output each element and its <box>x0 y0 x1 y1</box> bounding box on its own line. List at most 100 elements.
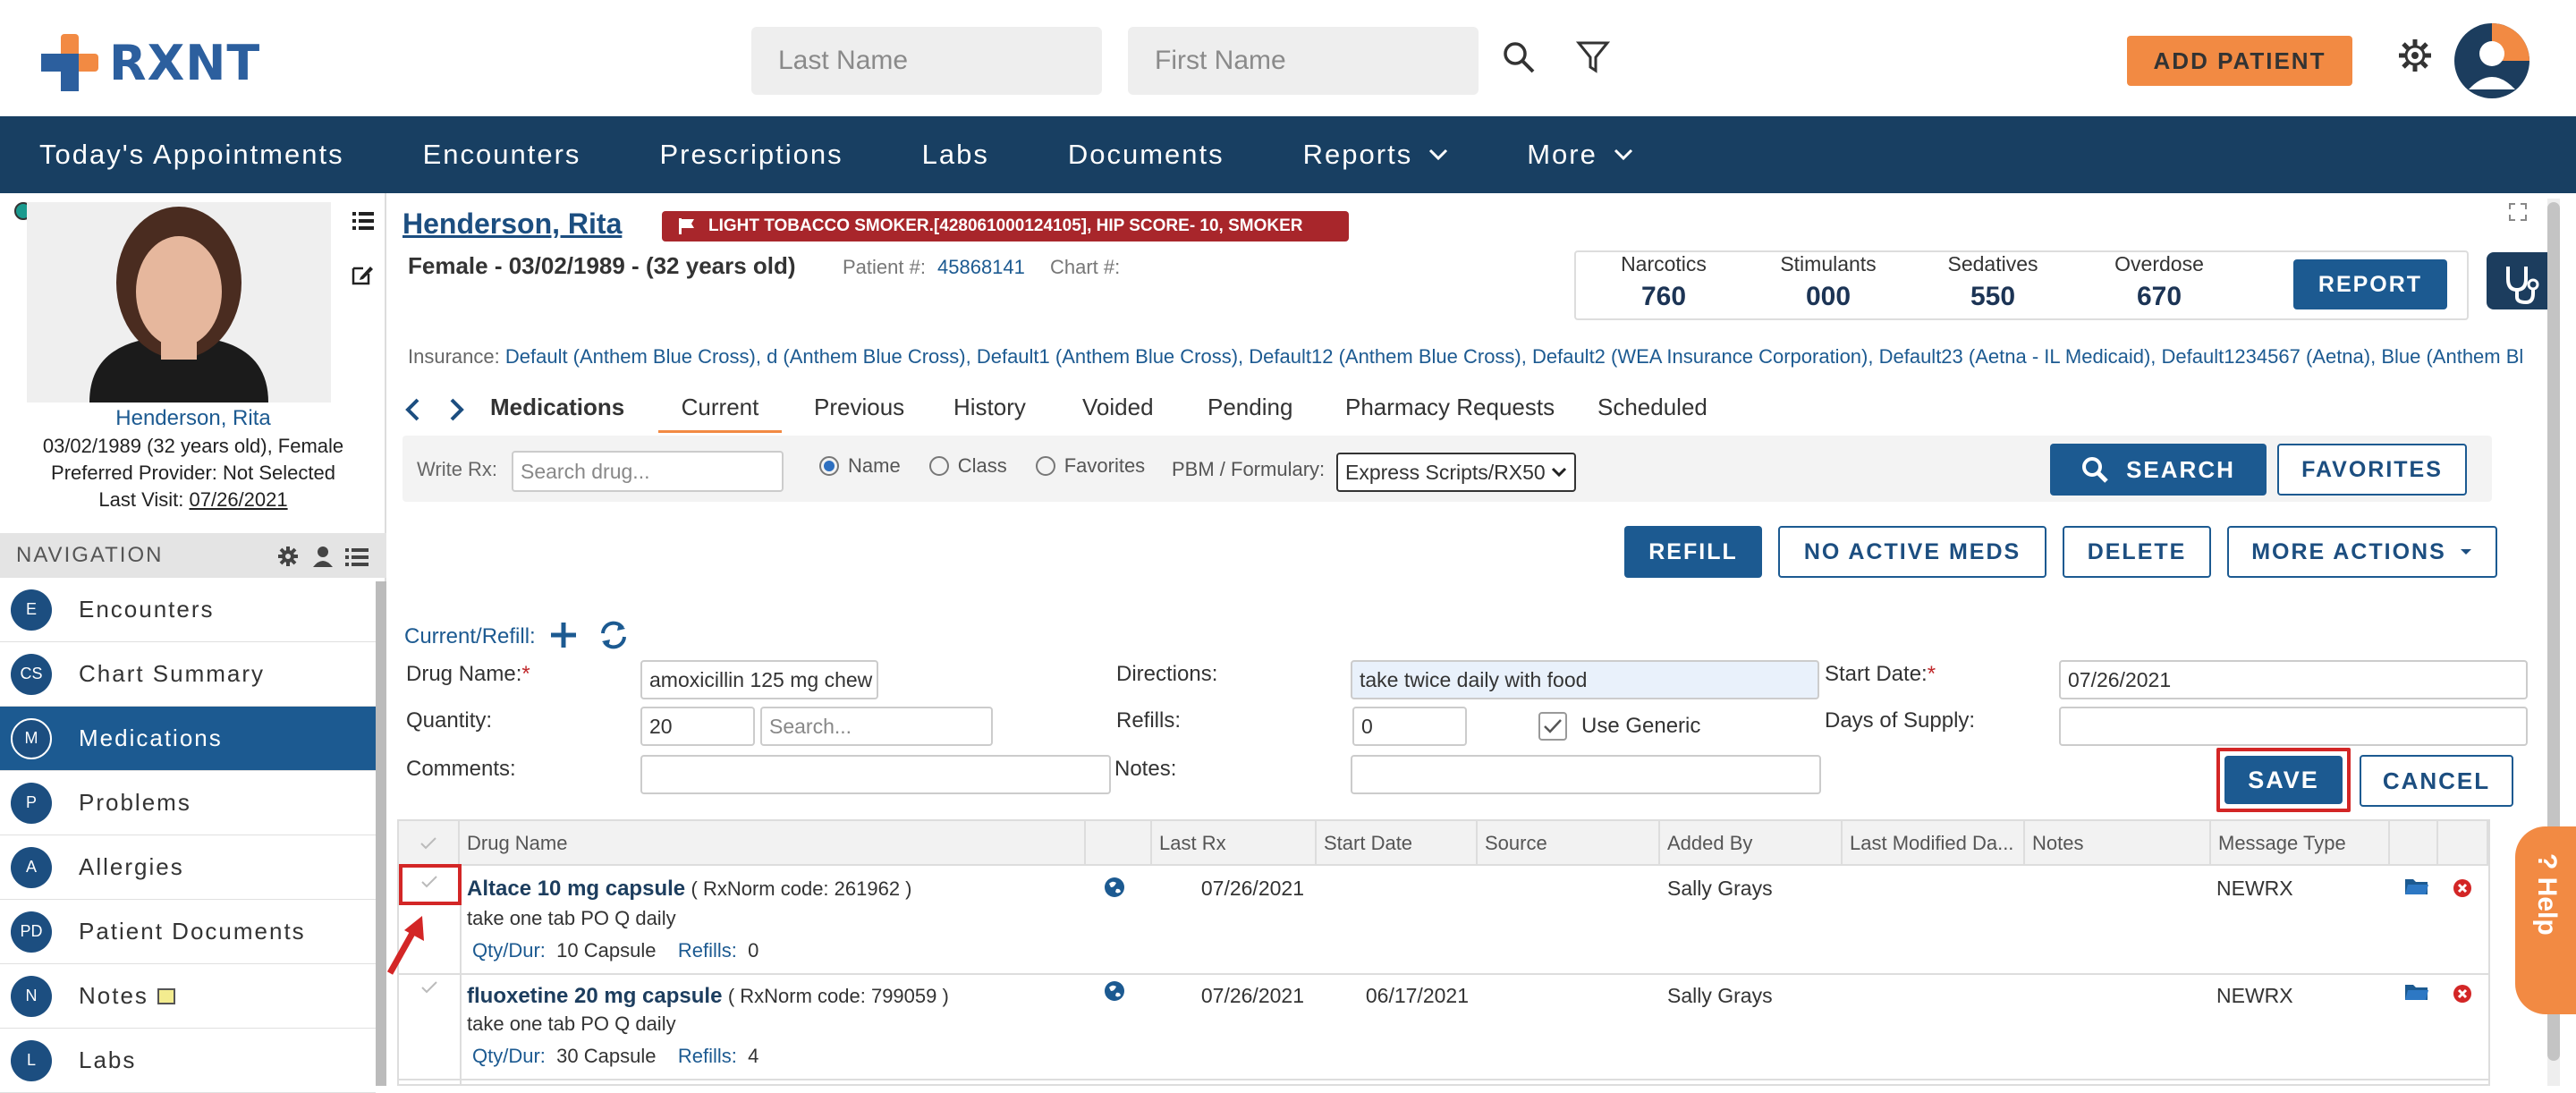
folder-icon[interactable] <box>2404 982 2429 1002</box>
directions-input[interactable]: take twice daily with food <box>1351 660 1819 699</box>
chart-number-label: Chart #: <box>1050 256 1121 278</box>
delete-icon[interactable] <box>2453 878 2472 898</box>
nav-circle: E <box>11 589 52 631</box>
nav-documents[interactable]: Documents <box>1029 139 1264 171</box>
sidebar-scrollbar[interactable] <box>376 581 386 1086</box>
drug-name-cell[interactable]: Altace 10 mg capsule ( RxNorm code: 2619… <box>467 877 912 902</box>
cancel-button[interactable]: CANCEL <box>2360 755 2513 807</box>
patient-header-name[interactable]: Henderson, Rita <box>402 208 622 241</box>
tab-pharmacy-requests[interactable]: Pharmacy Requests <box>1345 394 1555 421</box>
delete-button[interactable]: DELETE <box>2063 526 2211 578</box>
qty-refills-line: Qty/Dur: 10 Capsule Refills: 0 <box>472 939 758 962</box>
quantity-unit-search[interactable]: Search... <box>760 707 993 746</box>
refill-button[interactable]: REFILL <box>1624 526 1762 578</box>
insurance-list[interactable]: Default (Anthem Blue Cross), d (Anthem B… <box>505 345 2523 368</box>
chevron-left-icon[interactable] <box>404 397 420 422</box>
search-drug-input[interactable]: Search drug... <box>512 451 784 492</box>
comments-input[interactable] <box>640 755 1111 794</box>
save-button[interactable]: SAVE <box>2224 756 2343 804</box>
col-last-rx[interactable]: Last Rx <box>1152 821 1317 866</box>
row-checkbox[interactable] <box>420 980 438 995</box>
nav-todays-appointments[interactable]: Today's Appointments <box>0 139 384 171</box>
use-generic-checkbox[interactable]: Use Generic <box>1538 712 1700 741</box>
first-name-input[interactable]: First Name <box>1128 27 1479 95</box>
user-icon[interactable] <box>313 546 333 567</box>
list-icon[interactable] <box>345 547 369 567</box>
add-patient-button[interactable]: ADD PATIENT <box>2127 36 2352 86</box>
sidebar-item-medications[interactable]: M Medications <box>0 707 376 771</box>
gear-icon[interactable] <box>277 546 299 567</box>
list-icon[interactable] <box>352 211 374 231</box>
notes-input[interactable] <box>1351 755 1821 794</box>
patient-alert-badge[interactable]: LIGHT TOBACCO SMOKER.[428061000124105], … <box>662 211 1349 241</box>
col-added-by[interactable]: Added By <box>1660 821 1843 866</box>
radio-class[interactable] <box>928 456 949 476</box>
nav-labs[interactable]: Labs <box>883 139 1029 171</box>
col-source[interactable]: Source <box>1478 821 1660 866</box>
user-avatar[interactable] <box>2454 23 2529 98</box>
start-date-input[interactable]: 07/26/2021 <box>2059 660 2528 699</box>
chevron-right-icon[interactable] <box>449 397 465 422</box>
sidebar-item-label: Encounters <box>79 596 215 623</box>
col-start-date[interactable]: Start Date <box>1317 821 1478 866</box>
refills-input[interactable]: 0 <box>1352 707 1467 746</box>
tab-previous[interactable]: Previous <box>814 394 904 421</box>
sidebar-item-labs[interactable]: L Labs <box>0 1029 376 1093</box>
expand-icon[interactable] <box>2508 202 2528 222</box>
tab-history[interactable]: History <box>953 394 1026 421</box>
help-tab[interactable]: ? Help <box>2515 826 2576 1014</box>
col-last-modified[interactable]: Last Modified Da... <box>1843 821 2025 866</box>
checkbox[interactable] <box>1538 712 1567 741</box>
nav-reports[interactable]: Reports <box>1264 139 1488 171</box>
write-rx-label: Write Rx: <box>417 458 498 480</box>
tab-pending[interactable]: Pending <box>1208 394 1292 421</box>
col-message-type[interactable]: Message Type <box>2211 821 2390 866</box>
drug-name[interactable]: fluoxetine 20 mg capsule <box>467 984 722 1008</box>
more-actions-button[interactable]: MORE ACTIONS <box>2227 526 2497 578</box>
sidebar-item-chart-summary[interactable]: CS Chart Summary <box>0 642 376 707</box>
drug-name[interactable]: Altace 10 mg capsule <box>467 877 685 901</box>
tab-scheduled[interactable]: Scheduled <box>1597 394 1707 421</box>
search-button[interactable]: SEARCH <box>2050 444 2267 496</box>
favorites-button[interactable]: FAVORITES <box>2277 444 2467 496</box>
no-active-meds-button[interactable]: NO ACTIVE MEDS <box>1778 526 2046 578</box>
sidebar-item-problems[interactable]: P Problems <box>0 771 376 835</box>
row-checkbox[interactable] <box>420 875 438 889</box>
nav-prescriptions[interactable]: Prescriptions <box>620 139 882 171</box>
add-icon[interactable] <box>549 621 578 649</box>
days-supply-input[interactable] <box>2059 707 2528 746</box>
search-icon[interactable] <box>1501 39 1537 75</box>
select-all-header[interactable] <box>399 821 460 866</box>
radio-name[interactable] <box>819 456 839 476</box>
drug-name-cell[interactable]: fluoxetine 20 mg capsule ( RxNorm code: … <box>467 984 949 1009</box>
last-visit-date[interactable]: 07/26/2021 <box>190 488 288 511</box>
tab-current[interactable]: Current <box>658 390 782 433</box>
radio-favorites[interactable] <box>1035 456 1055 476</box>
stethoscope-button[interactable] <box>2487 252 2551 309</box>
gear-icon[interactable] <box>2397 38 2433 73</box>
qty-label: Qty/Dur: <box>472 1045 546 1067</box>
delete-icon[interactable] <box>2453 984 2472 1004</box>
filter-icon[interactable] <box>1576 39 1610 75</box>
report-button[interactable]: REPORT <box>2293 259 2447 309</box>
drug-name-input[interactable]: amoxicillin 125 mg chew <box>640 660 878 699</box>
col-drug-name[interactable]: Drug Name <box>460 821 1086 866</box>
globe-icon[interactable] <box>1104 877 1125 898</box>
patient-name-link[interactable]: Henderson, Rita <box>0 406 386 431</box>
folder-icon[interactable] <box>2404 877 2429 896</box>
globe-icon[interactable] <box>1104 980 1125 1002</box>
rxnt-logo[interactable]: RXNT <box>39 29 260 97</box>
nav-more[interactable]: More <box>1487 139 1673 171</box>
sidebar-item-encounters[interactable]: E Encounters <box>0 578 376 642</box>
col-notes[interactable]: Notes <box>2025 821 2211 866</box>
sidebar-item-allergies[interactable]: A Allergies <box>0 835 376 900</box>
edit-icon[interactable] <box>351 263 374 286</box>
refresh-icon[interactable] <box>597 619 630 651</box>
quantity-input[interactable]: 20 <box>640 707 755 746</box>
last-name-input[interactable]: Last Name <box>751 27 1102 95</box>
sidebar-item-patient-documents[interactable]: PD Patient Documents <box>0 900 376 964</box>
sidebar-item-notes[interactable]: N Notes <box>0 964 376 1029</box>
tab-voided[interactable]: Voided <box>1082 394 1154 421</box>
pbm-select[interactable]: Express Scripts/RX50 <box>1336 453 1576 492</box>
nav-encounters[interactable]: Encounters <box>384 139 621 171</box>
